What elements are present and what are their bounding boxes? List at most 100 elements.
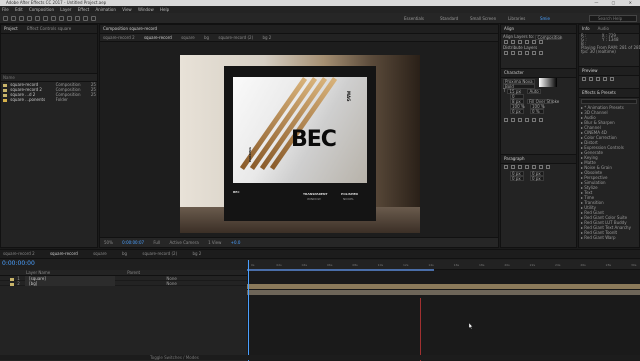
next-frame-icon[interactable] bbox=[603, 77, 607, 81]
breadcrumb-item[interactable]: square-record bbox=[144, 35, 172, 40]
leading-field[interactable]: Auto bbox=[527, 88, 542, 94]
layer-duration-bar[interactable] bbox=[247, 284, 640, 289]
breadcrumb-item[interactable]: square-record 2 bbox=[103, 35, 135, 40]
distribute-top-icon[interactable] bbox=[504, 51, 508, 55]
small-caps-icon[interactable] bbox=[525, 118, 529, 122]
timeline-tab[interactable]: square-record 2 bbox=[3, 251, 35, 256]
align-center-icon[interactable] bbox=[511, 40, 515, 44]
search-help-input[interactable]: Search Help bbox=[589, 15, 637, 22]
zoom-tool-icon[interactable] bbox=[27, 16, 32, 21]
tab-align[interactable]: Align bbox=[504, 26, 514, 31]
distribute-bottom-icon[interactable] bbox=[518, 51, 522, 55]
resolution-dropdown[interactable]: Full bbox=[153, 240, 160, 245]
subscript-icon[interactable] bbox=[539, 118, 543, 122]
workspace-standard[interactable]: Standard bbox=[440, 16, 458, 21]
type-tool-icon[interactable] bbox=[75, 16, 80, 21]
tab-paragraph[interactable]: Paragraph bbox=[504, 156, 525, 161]
workspace-smie[interactable]: Smie bbox=[540, 16, 550, 21]
menu-layer[interactable]: Layer bbox=[60, 7, 71, 12]
workspace-small-screen[interactable]: Small Screen bbox=[470, 16, 496, 21]
tab-info[interactable]: Info bbox=[582, 26, 590, 31]
distribute-right-icon[interactable] bbox=[539, 51, 543, 55]
center-text-icon[interactable] bbox=[511, 165, 515, 169]
workspace-essentials[interactable]: Essentials bbox=[404, 16, 424, 21]
align-right-icon[interactable] bbox=[518, 40, 522, 44]
composition-viewer[interactable]: BEC PARKING MAG BEC TRANSPARENT WINDOW P… bbox=[180, 55, 420, 233]
space-after-field[interactable]: 0 px bbox=[530, 175, 544, 181]
align-middle-icon[interactable] bbox=[532, 40, 536, 44]
parent-header[interactable]: Parent bbox=[127, 270, 140, 275]
layer-parent[interactable]: None bbox=[166, 281, 176, 286]
color-swatches[interactable] bbox=[539, 78, 557, 87]
timeline-timecode[interactable]: 0:00:00:00 bbox=[2, 260, 35, 267]
shape-tool-icon[interactable] bbox=[59, 16, 64, 21]
justify-last-right-icon[interactable] bbox=[539, 165, 543, 169]
home-icon[interactable] bbox=[3, 16, 8, 21]
tab-audio[interactable]: Audio bbox=[598, 26, 609, 31]
breadcrumb-item[interactable]: bg bbox=[204, 35, 209, 40]
breadcrumb-item[interactable]: square bbox=[181, 35, 195, 40]
breadcrumb-item[interactable]: square-record (2) bbox=[218, 35, 253, 40]
align-left-icon[interactable] bbox=[504, 40, 508, 44]
pan-behind-tool-icon[interactable] bbox=[51, 16, 56, 21]
justify-last-center-icon[interactable] bbox=[532, 165, 536, 169]
current-time[interactable]: 0:00:00:07 bbox=[122, 240, 144, 245]
superscript-icon[interactable] bbox=[532, 118, 536, 122]
pen-tool-icon[interactable] bbox=[67, 16, 72, 21]
distribute-hcenter-icon[interactable] bbox=[532, 51, 536, 55]
menu-edit[interactable]: Edit bbox=[15, 7, 23, 12]
first-frame-icon[interactable] bbox=[582, 77, 586, 81]
exposure-value[interactable]: +0.0 bbox=[231, 240, 241, 245]
layer-name[interactable]: [bg] bbox=[25, 281, 116, 286]
menu-view[interactable]: View bbox=[122, 7, 132, 12]
baseline-shift-field[interactable]: 0 px bbox=[510, 108, 524, 114]
view-layout-dropdown[interactable]: 1 View bbox=[208, 240, 221, 245]
justify-last-left-icon[interactable] bbox=[525, 165, 529, 169]
brush-tool-icon[interactable] bbox=[83, 16, 88, 21]
work-area-bar[interactable] bbox=[247, 269, 434, 271]
align-top-icon[interactable] bbox=[525, 40, 529, 44]
rotate-tool-icon[interactable] bbox=[35, 16, 40, 21]
timeline-tab[interactable]: square-record (2) bbox=[142, 251, 177, 256]
all-caps-icon[interactable] bbox=[518, 118, 522, 122]
tab-project[interactable]: Project bbox=[4, 26, 18, 31]
justify-all-icon[interactable] bbox=[546, 165, 550, 169]
column-name[interactable]: Name bbox=[3, 75, 15, 80]
project-item[interactable]: square ...ponents Folder bbox=[1, 97, 97, 102]
effects-category[interactable]: ▸ Red Giant Warp bbox=[579, 235, 639, 240]
align-bottom-icon[interactable] bbox=[539, 40, 543, 44]
layer-label-color[interactable] bbox=[10, 282, 14, 286]
effects-search-input[interactable] bbox=[581, 99, 637, 104]
camera-dropdown[interactable]: Active Camera bbox=[169, 240, 198, 245]
menu-window[interactable]: Window bbox=[138, 7, 154, 12]
align-text-left-icon[interactable] bbox=[504, 165, 508, 169]
space-before-field[interactable]: 0 px bbox=[510, 175, 524, 181]
tab-composition[interactable]: Composition square-record bbox=[103, 26, 157, 31]
timeline-status[interactable]: Toggle Switches / Modes bbox=[0, 355, 640, 360]
timeline-tab[interactable]: square-record bbox=[50, 251, 78, 256]
menu-animation[interactable]: Animation bbox=[96, 7, 116, 12]
hand-tool-icon[interactable] bbox=[19, 16, 24, 21]
layer-duration-bar[interactable] bbox=[247, 290, 640, 295]
last-frame-icon[interactable] bbox=[610, 77, 614, 81]
camera-tool-icon[interactable] bbox=[43, 16, 48, 21]
clone-tool-icon[interactable] bbox=[91, 16, 96, 21]
breadcrumb-item[interactable]: bg 2 bbox=[262, 35, 271, 40]
timeline-tab[interactable]: bg 2 bbox=[192, 251, 201, 256]
menu-effect[interactable]: Effect bbox=[78, 7, 90, 12]
selection-tool-icon[interactable] bbox=[11, 16, 16, 21]
tab-preview[interactable]: Preview bbox=[582, 68, 598, 73]
tab-effect-controls[interactable]: Effect Controls square bbox=[27, 26, 71, 31]
magnification-dropdown[interactable]: 50% bbox=[104, 240, 113, 245]
faux-italic-icon[interactable] bbox=[511, 118, 515, 122]
play-icon[interactable] bbox=[596, 77, 600, 81]
timeline-tab[interactable]: bg bbox=[122, 251, 127, 256]
timeline-tracks[interactable]: 0s 02s 04s 06s 08s 10s 12s 14s 16s 18s 20s 22s 24s 26… bbox=[247, 260, 640, 361]
align-text-right-icon[interactable] bbox=[518, 165, 522, 169]
faux-bold-icon[interactable] bbox=[504, 118, 508, 122]
distribute-left-icon[interactable] bbox=[525, 51, 529, 55]
layer-row[interactable]: 2 [bg] None bbox=[0, 281, 247, 286]
menu-composition[interactable]: Composition bbox=[29, 7, 54, 12]
menu-file[interactable]: File bbox=[2, 7, 9, 12]
timeline-tab[interactable]: square bbox=[93, 251, 107, 256]
